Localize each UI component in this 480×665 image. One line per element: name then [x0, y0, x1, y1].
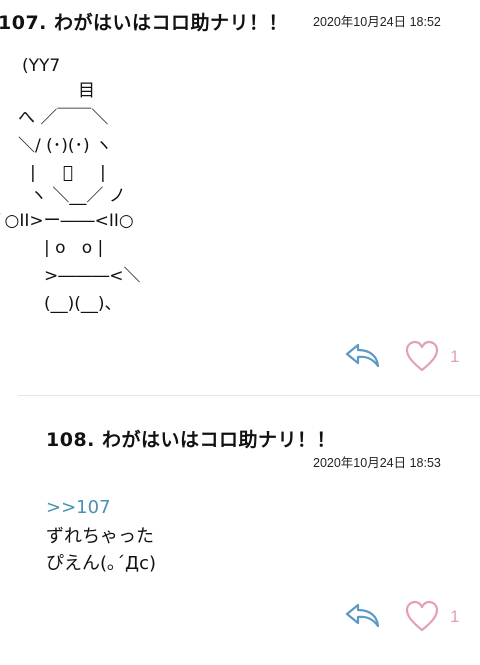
reply-arrow-icon[interactable] — [344, 340, 382, 370]
aa-line: >―――<＼ — [44, 266, 141, 286]
like-count: 1 — [450, 347, 460, 366]
aa-line: ﾞ○II>ー――<II○ — [0, 211, 134, 231]
heart-outline-icon[interactable] — [404, 599, 440, 633]
aa-line: (YY7 — [22, 56, 61, 76]
like-count: 1 — [450, 607, 460, 626]
aa-line: へ ／￣￣＼ — [18, 108, 109, 128]
aa-line: ＼/ (･)(･) ヽ — [18, 136, 113, 156]
reply-arrow-icon[interactable] — [344, 600, 382, 630]
aa-line: (__)(__)、 — [44, 294, 122, 314]
post-date: 2020年10月24日 18:53 — [313, 456, 441, 470]
heart-outline-icon[interactable] — [404, 339, 440, 373]
post-date: 2020年10月24日 18:52 — [313, 15, 441, 29]
post-body-line: ぴえん(｡´Дc) — [46, 553, 157, 574]
post-title: 108. わがはいはコロ助ナリ！！ — [46, 425, 336, 452]
aa-line: ヽ ＼__／ ノ — [30, 186, 126, 206]
reply-anchor-link[interactable]: >>107 — [46, 497, 111, 518]
post-title: 107. わがはいはコロ助ナリ！！ — [0, 8, 288, 35]
aa-line: | o o | — [44, 238, 104, 258]
post-body-line: ずれちゃった — [46, 526, 154, 547]
post-number: 107. — [0, 12, 47, 34]
post-number: 108. — [46, 429, 95, 451]
aa-line: 目 — [78, 81, 95, 101]
post-title-text: わがはいはコロ助ナリ！！ — [54, 12, 289, 34]
post-divider — [18, 395, 480, 396]
aa-line: | ﾟ | — [30, 163, 106, 183]
post-title-text: わがはいはコロ助ナリ！！ — [102, 429, 337, 451]
